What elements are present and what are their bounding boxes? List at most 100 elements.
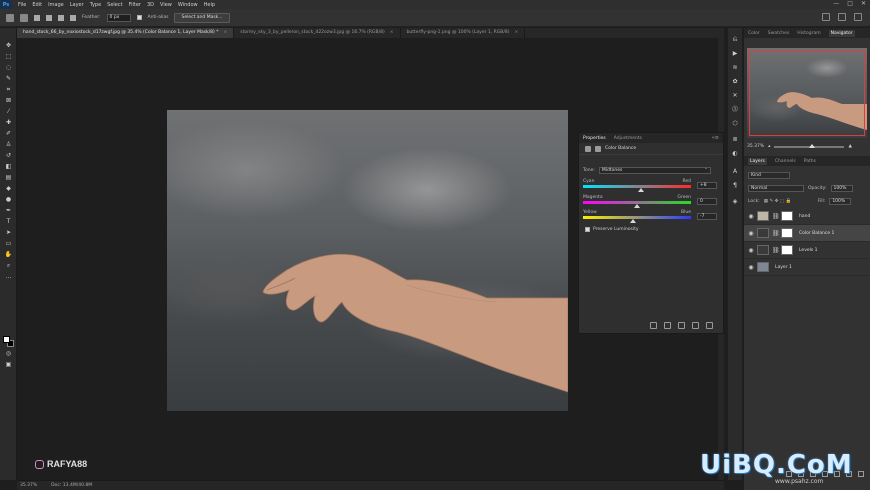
menu-type[interactable]: Type	[90, 2, 101, 8]
navigator-view-box[interactable]	[749, 50, 865, 136]
history-brush-icon[interactable]: ↺	[4, 152, 13, 159]
path-select-icon[interactable]: ➤	[4, 229, 13, 236]
slider-value[interactable]: 0	[697, 198, 717, 205]
reset-icon[interactable]	[678, 322, 685, 329]
subtract-selection-icon[interactable]	[58, 14, 64, 21]
adjust-icon[interactable]: ≋	[731, 64, 739, 71]
pen-tool-icon[interactable]: ✒	[4, 207, 13, 214]
close-icon[interactable]: ×	[390, 28, 394, 38]
brush-tool-icon[interactable]: ✐	[4, 130, 13, 137]
select-and-mask-button[interactable]: Select and Mask...	[174, 12, 230, 23]
slider-value[interactable]: +8	[697, 182, 717, 189]
close-icon[interactable]: ✕	[861, 0, 866, 7]
tab-channels[interactable]: Channels	[775, 159, 796, 164]
document-canvas[interactable]	[167, 110, 568, 411]
layer-mask-icon[interactable]	[595, 145, 601, 152]
type-tool-icon[interactable]: T	[4, 218, 13, 225]
adjustments-icon[interactable]: ◐	[731, 150, 739, 157]
move-tool-icon[interactable]: ✥	[4, 42, 13, 49]
eye-icon[interactable]: ◉	[748, 230, 754, 237]
eye-icon[interactable]: ◉	[748, 213, 754, 220]
layer-name[interactable]: Levels 1	[799, 248, 818, 253]
close-icon[interactable]: ×	[223, 28, 227, 38]
panel-collapse-icon[interactable]: «≡	[712, 135, 719, 141]
search-icon[interactable]	[822, 13, 830, 21]
navigator-preview[interactable]	[747, 48, 867, 138]
tab-layers[interactable]: Layers	[748, 157, 767, 165]
visibility-icon[interactable]	[692, 322, 699, 329]
tools-icon[interactable]: ✕	[731, 92, 739, 99]
blend-mode-dropdown[interactable]: Normal	[748, 185, 804, 192]
doc-tab-hand[interactable]: hand_stock_66_by_noxiostock_d17zwgf.jpg …	[17, 28, 235, 38]
view-previous-icon[interactable]	[664, 322, 671, 329]
doc-tab-butterfly[interactable]: butterfly-png-1.png @ 100% (Layer 1, RGB…	[401, 28, 526, 38]
slider-track[interactable]	[583, 185, 691, 192]
menu-help[interactable]: Help	[204, 2, 215, 8]
layer-mask-thumbnail[interactable]	[781, 245, 793, 255]
eraser-tool-icon[interactable]: ◧	[4, 163, 13, 170]
tab-navigator[interactable]: Navigator	[828, 29, 855, 37]
slider-thumb[interactable]	[629, 219, 636, 223]
tone-dropdown[interactable]: Midtones	[598, 166, 711, 174]
antialias-checkbox[interactable]	[136, 15, 142, 20]
slider-value[interactable]: -7	[697, 213, 717, 220]
slider-thumb[interactable]	[638, 188, 645, 192]
history-icon[interactable]: ⎌	[731, 36, 739, 43]
opacity-input[interactable]: 100%	[830, 185, 853, 192]
doc-tab-sky[interactable]: stormy_sky_3_by_pelleron_stock_d22ozw3.j…	[234, 28, 401, 38]
intersect-selection-icon[interactable]	[70, 14, 76, 21]
dodge-tool-icon[interactable]: ●	[4, 196, 13, 203]
play-icon[interactable]: ▶	[731, 50, 739, 57]
menu-layer[interactable]: Layer	[70, 2, 84, 8]
eye-icon[interactable]: ◉	[748, 247, 754, 254]
slider-track[interactable]	[583, 216, 691, 223]
quick-select-tool-icon[interactable]: ✎	[4, 75, 13, 82]
feather-input[interactable]: 0 px	[106, 13, 131, 22]
frame-tool-icon[interactable]: ⊠	[4, 97, 13, 104]
layer-mask-thumbnail[interactable]	[781, 228, 793, 238]
brush-settings-icon[interactable]: ✿	[731, 78, 739, 85]
zoom-slider-thumb[interactable]	[809, 143, 816, 148]
menu-filter[interactable]: Filter	[129, 2, 141, 8]
menu-3d[interactable]: 3D	[147, 2, 154, 8]
layer-name[interactable]: Layer 1	[775, 265, 792, 270]
layer-name[interactable]: hand	[799, 214, 810, 219]
layer-name[interactable]: Color Balance 1	[799, 231, 834, 236]
gradient-tool-icon[interactable]: ▤	[4, 174, 13, 181]
zoom-level[interactable]: 35.37%	[20, 483, 37, 488]
clip-to-layer-icon[interactable]	[650, 322, 657, 329]
info-icon[interactable]: ⓵	[731, 106, 739, 113]
slider-track[interactable]	[583, 201, 691, 208]
paragraph-icon[interactable]: ¶	[731, 182, 739, 189]
preserve-luminosity[interactable]: Preserve Luminosity	[585, 227, 639, 232]
zoom-out-icon[interactable]: ▴	[768, 144, 770, 149]
delete-icon[interactable]	[706, 322, 713, 329]
clone-stamp-icon[interactable]: ♙	[4, 141, 13, 148]
menu-select[interactable]: Select	[107, 2, 122, 8]
crop-tool-icon[interactable]: ⌗	[4, 86, 13, 93]
close-icon[interactable]: ×	[514, 28, 518, 38]
home-icon[interactable]	[6, 13, 14, 22]
properties-icon[interactable]: ≣	[731, 136, 739, 143]
layer-mask-thumbnail[interactable]	[781, 211, 793, 221]
quick-mask-icon[interactable]: ◎	[4, 350, 13, 357]
foreground-color-swatch[interactable]	[3, 336, 10, 343]
layer-row[interactable]: ◉ Layer 1	[744, 259, 870, 276]
layers-icon[interactable]: ◈	[731, 198, 739, 205]
trash-icon[interactable]	[858, 471, 864, 477]
healing-brush-icon[interactable]: ✚	[4, 119, 13, 126]
more-tools-icon[interactable]: …	[4, 273, 13, 280]
zoom-slider[interactable]	[774, 143, 845, 148]
slider-thumb[interactable]	[634, 204, 640, 208]
layer-row[interactable]: ◉ ⛓ hand	[744, 208, 870, 225]
lasso-tool-icon[interactable]: ◌	[4, 64, 13, 71]
lock-icons[interactable]: ▦ ✎ ✥ ⬚ 🔒	[764, 199, 814, 204]
tab-swatches[interactable]: Swatches	[768, 31, 790, 36]
fill-input[interactable]: 100%	[829, 198, 852, 205]
blur-tool-icon[interactable]: ◆	[4, 185, 13, 192]
zoom-in-icon[interactable]: ▲	[848, 144, 851, 149]
preserve-luminosity-checkbox[interactable]	[585, 227, 590, 232]
zoom-tool-icon[interactable]: ⌕	[4, 262, 13, 269]
chain-icon[interactable]: ⛓	[772, 230, 780, 237]
minimize-icon[interactable]: —	[833, 0, 839, 7]
